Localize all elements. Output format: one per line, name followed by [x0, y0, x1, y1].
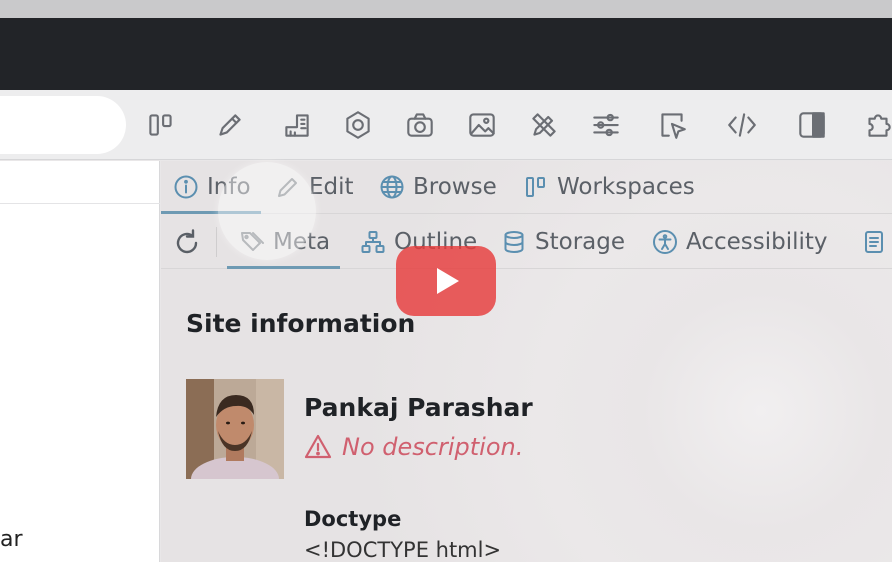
cursor-highlight: [218, 162, 316, 260]
doctype-value: <!DOCTYPE html>: [304, 538, 502, 562]
select-cursor-icon[interactable]: [652, 105, 692, 145]
accessibility-icon: [653, 229, 677, 254]
active-tab-indicator: [227, 266, 341, 269]
puzzle-icon[interactable]: [858, 105, 892, 145]
tools-icon[interactable]: [524, 105, 564, 145]
info-icon: [174, 175, 198, 199]
workspaces-icon: [526, 177, 545, 197]
doctype-label: Doctype: [304, 507, 402, 531]
browser-tab-bar: [0, 18, 892, 90]
tab-workspaces-label: Workspaces: [557, 174, 695, 200]
tab-document-more[interactable]: [861, 215, 887, 268]
preview-text-fragment: ar: [0, 527, 23, 552]
tab-storage[interactable]: Storage: [501, 215, 625, 268]
description-warning-text: No description.: [342, 433, 524, 461]
tab-workspaces[interactable]: Workspaces: [523, 161, 695, 213]
ruler-icon[interactable]: [277, 105, 317, 145]
sidebar-icon[interactable]: [792, 105, 832, 145]
window-top-strip: [0, 0, 892, 18]
globe-icon: [380, 175, 404, 199]
pencil-icon[interactable]: [210, 105, 250, 145]
tab-browse-label: Browse: [413, 174, 497, 200]
code-icon[interactable]: [722, 105, 762, 145]
address-bar[interactable]: [0, 96, 126, 154]
section-title: Site information: [186, 309, 416, 338]
description-warning: No description.: [304, 433, 523, 461]
document-icon: [865, 230, 883, 253]
camera-icon[interactable]: [400, 105, 440, 145]
toolbar-separator: [216, 227, 217, 257]
site-name: Pankaj Parashar: [304, 393, 533, 422]
database-icon: [504, 230, 524, 253]
tab-edit-label: Edit: [309, 174, 354, 200]
outline-tree-icon: [361, 230, 385, 253]
tab-accessibility-label: Accessibility: [686, 228, 828, 255]
preview-divider: [0, 203, 160, 204]
devtools-toolbar: [0, 90, 892, 160]
tab-accessibility[interactable]: Accessibility: [652, 215, 828, 268]
page-preview-pane: ar: [0, 161, 160, 562]
tab-storage-label: Storage: [535, 228, 625, 255]
image-icon[interactable]: [462, 105, 502, 145]
warning-icon: [304, 434, 332, 459]
avatar: [186, 379, 284, 479]
refresh-icon[interactable]: [171, 227, 203, 259]
play-icon: [437, 268, 459, 294]
sliders-icon[interactable]: [586, 105, 626, 145]
hexagon-icon[interactable]: [338, 105, 378, 145]
video-play-button[interactable]: [396, 246, 496, 316]
workspaces-icon[interactable]: [141, 105, 181, 145]
tab-browse[interactable]: Browse: [379, 161, 497, 213]
